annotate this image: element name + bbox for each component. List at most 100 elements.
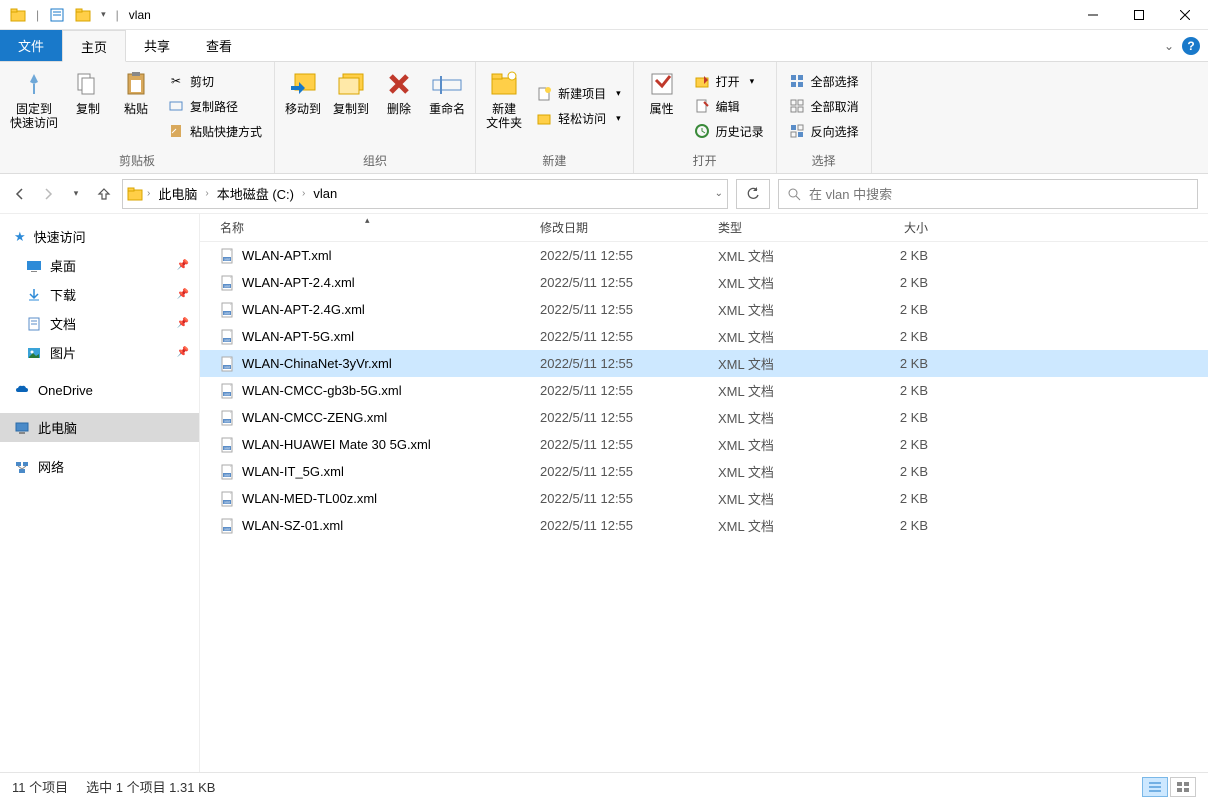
paste-button[interactable]: 粘贴 <box>112 64 160 148</box>
select-all-label: 全部选择 <box>811 73 859 90</box>
help-icon[interactable]: ? <box>1182 37 1200 55</box>
nav-this-pc[interactable]: 此电脑 <box>0 413 199 442</box>
file-row[interactable]: xmlWLAN-CMCC-gb3b-5G.xml2022/5/11 12:55X… <box>200 377 1208 404</box>
large-icons-view-button[interactable] <box>1170 777 1196 797</box>
file-row[interactable]: xmlWLAN-SZ-01.xml2022/5/11 12:55XML 文档2 … <box>200 512 1208 539</box>
search-input[interactable]: 在 vlan 中搜索 <box>778 179 1198 209</box>
delete-label: 删除 <box>387 102 411 116</box>
nav-documents[interactable]: 文档 📌 <box>0 309 199 338</box>
file-row[interactable]: xmlWLAN-APT-2.4G.xml2022/5/11 12:55XML 文… <box>200 296 1208 323</box>
file-date-cell: 2022/5/11 12:55 <box>530 275 708 290</box>
search-placeholder: 在 vlan 中搜索 <box>809 184 892 203</box>
nav-network[interactable]: 网络 <box>0 452 199 481</box>
chevron-right-icon[interactable]: › <box>147 188 150 199</box>
address-dropdown-icon[interactable]: ⌄ <box>715 188 723 199</box>
easy-access-button[interactable]: 轻松访问▾ <box>534 108 623 129</box>
file-type-cell: XML 文档 <box>708 354 858 373</box>
tab-home[interactable]: 主页 <box>62 30 126 62</box>
rename-button[interactable]: 重命名 <box>423 64 471 148</box>
invert-selection-button[interactable]: 反向选择 <box>787 121 861 142</box>
copy-button[interactable]: 复制 <box>64 64 112 148</box>
up-button[interactable] <box>94 184 114 204</box>
file-list[interactable]: xmlWLAN-APT.xml2022/5/11 12:55XML 文档2 KB… <box>200 242 1208 772</box>
nav-quick-access[interactable]: ★ 快速访问 <box>0 222 199 251</box>
breadcrumb-folder[interactable]: vlan <box>309 186 341 201</box>
xml-file-icon: xml <box>220 410 236 426</box>
file-row[interactable]: xmlWLAN-HUAWEI Mate 30 5G.xml2022/5/11 1… <box>200 431 1208 458</box>
properties-qat-icon[interactable] <box>45 3 69 27</box>
recent-locations-button[interactable]: ▾ <box>66 184 86 204</box>
select-all-button[interactable]: 全部选择 <box>787 71 861 92</box>
maximize-button[interactable] <box>1116 0 1162 30</box>
status-bar: 11 个项目 选中 1 个项目 1.31 KB <box>0 772 1208 800</box>
breadcrumb-drive[interactable]: 本地磁盘 (C:) <box>213 184 298 203</box>
clipboard-group-label: 剪贴板 <box>0 150 274 173</box>
column-type[interactable]: 类型 <box>708 219 858 236</box>
file-row[interactable]: xmlWLAN-APT-5G.xml2022/5/11 12:55XML 文档2… <box>200 323 1208 350</box>
file-row[interactable]: xmlWLAN-MED-TL00z.xml2022/5/11 12:55XML … <box>200 485 1208 512</box>
chevron-right-icon[interactable]: › <box>302 188 305 199</box>
file-row[interactable]: xmlWLAN-CMCC-ZENG.xml2022/5/11 12:55XML … <box>200 404 1208 431</box>
column-date[interactable]: 修改日期 <box>530 219 708 236</box>
file-name-cell: xmlWLAN-APT.xml <box>200 248 530 264</box>
navigation-pane[interactable]: ★ 快速访问 桌面 📌 下载 📌 文档 📌 图片 📌 OneDrive <box>0 214 200 772</box>
refresh-button[interactable] <box>736 179 770 209</box>
file-size-cell: 2 KB <box>858 518 938 533</box>
new-folder-button[interactable]: 新建 文件夹 <box>480 64 528 148</box>
folder-qat-icon[interactable] <box>71 3 95 27</box>
file-name-cell: xmlWLAN-APT-2.4.xml <box>200 275 530 291</box>
tab-view[interactable]: 查看 <box>188 30 250 61</box>
nav-downloads[interactable]: 下载 📌 <box>0 280 199 309</box>
paste-label: 粘贴 <box>124 102 148 116</box>
move-to-button[interactable]: 移动到 <box>279 64 327 148</box>
xml-file-icon: xml <box>220 464 236 480</box>
delete-button[interactable]: 删除 <box>375 64 423 148</box>
file-date-cell: 2022/5/11 12:55 <box>530 383 708 398</box>
file-row[interactable]: xmlWLAN-APT.xml2022/5/11 12:55XML 文档2 KB <box>200 242 1208 269</box>
back-button[interactable] <box>10 184 30 204</box>
minimize-button[interactable] <box>1070 0 1116 30</box>
close-button[interactable] <box>1162 0 1208 30</box>
copy-path-button[interactable]: 复制路径 <box>166 96 264 117</box>
nav-onedrive[interactable]: OneDrive <box>0 377 199 403</box>
details-view-button[interactable] <box>1142 777 1168 797</box>
paste-shortcut-icon <box>168 123 184 139</box>
open-group-label: 打开 <box>634 150 776 173</box>
column-size[interactable]: 大小 <box>858 219 938 236</box>
documents-icon <box>26 316 42 332</box>
address-bar[interactable]: › 此电脑 › 本地磁盘 (C:) › vlan ⌄ <box>122 179 728 209</box>
copy-to-button[interactable]: 复制到 <box>327 64 375 148</box>
quick-access-icon: ★ <box>14 229 26 245</box>
file-type-cell: XML 文档 <box>708 408 858 427</box>
edit-button[interactable]: 编辑 <box>692 96 766 117</box>
chevron-right-icon[interactable]: › <box>205 188 208 199</box>
file-name-cell: xmlWLAN-HUAWEI Mate 30 5G.xml <box>200 437 530 453</box>
edit-icon <box>694 98 710 114</box>
chevron-down-icon[interactable]: ⌄ <box>1164 39 1174 53</box>
new-item-button[interactable]: 新建项目▾ <box>534 83 623 104</box>
cut-button[interactable]: ✂剪切 <box>166 71 264 92</box>
select-none-button[interactable]: 全部取消 <box>787 96 861 117</box>
column-name[interactable]: ▴名称 <box>200 219 530 236</box>
qat-dropdown-icon[interactable]: ▾ <box>101 9 106 20</box>
pin-to-quick-access-button[interactable]: 固定到 快速访问 <box>4 64 64 148</box>
tab-share[interactable]: 共享 <box>126 30 188 61</box>
file-size-cell: 2 KB <box>858 410 938 425</box>
nav-pictures[interactable]: 图片 📌 <box>0 338 199 367</box>
file-name: WLAN-HUAWEI Mate 30 5G.xml <box>242 437 431 452</box>
history-label: 历史记录 <box>716 123 764 140</box>
nav-desktop[interactable]: 桌面 📌 <box>0 251 199 280</box>
properties-button[interactable]: 属性 <box>638 64 686 148</box>
file-row[interactable]: xmlWLAN-ChinaNet-3yVr.xml2022/5/11 12:55… <box>200 350 1208 377</box>
svg-text:xml: xml <box>224 284 230 288</box>
file-row[interactable]: xmlWLAN-IT_5G.xml2022/5/11 12:55XML 文档2 … <box>200 458 1208 485</box>
move-to-icon <box>287 68 319 100</box>
tab-file[interactable]: 文件 <box>0 30 62 61</box>
forward-button[interactable] <box>38 184 58 204</box>
open-label: 打开 <box>716 73 740 90</box>
file-row[interactable]: xmlWLAN-APT-2.4.xml2022/5/11 12:55XML 文档… <box>200 269 1208 296</box>
paste-shortcut-button[interactable]: 粘贴快捷方式 <box>166 121 264 142</box>
history-button[interactable]: 历史记录 <box>692 121 766 142</box>
breadcrumb-this-pc[interactable]: 此电脑 <box>154 184 201 203</box>
open-button[interactable]: 打开▾ <box>692 71 766 92</box>
